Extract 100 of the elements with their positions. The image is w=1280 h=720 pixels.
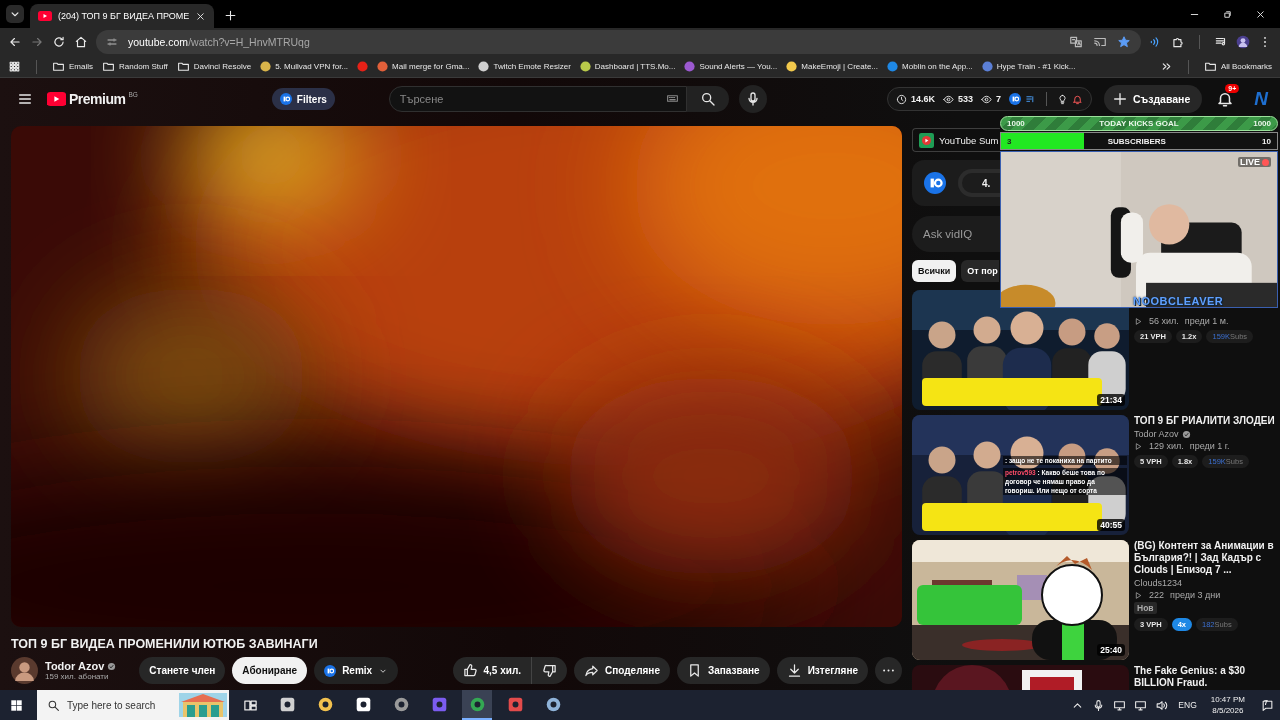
folder-icon <box>52 60 65 73</box>
like-button[interactable]: 4,5 хил. <box>452 657 533 684</box>
media-icon[interactable] <box>1214 35 1228 49</box>
site-icon <box>981 61 993 72</box>
create-button[interactable]: Създаване <box>1103 85 1203 113</box>
bookmark[interactable]: MakeEmoji | Create... <box>786 61 879 72</box>
bookmark[interactable]: Sound Alerts — You... <box>684 61 778 72</box>
keyboard-icon[interactable] <box>665 92 679 105</box>
notifications-icon[interactable] <box>1216 90 1235 108</box>
stat-value: 7 <box>995 94 1001 104</box>
filters-button[interactable]: Filters <box>271 88 335 110</box>
duration-badge: 40:55 <box>1097 519 1125 531</box>
browser-tab[interactable]: (204) ТОП 9 БГ ВИДЕА ПРОМЕ <box>30 4 215 28</box>
eye-icon <box>942 93 954 105</box>
summary-title: YouTube Sum <box>939 134 999 146</box>
translate-icon[interactable] <box>1069 35 1083 49</box>
url-text: youtube.com/watch?v=H_HnvMTRUqg <box>128 36 310 48</box>
address-bar[interactable]: youtube.com/watch?v=H_HnvMTRUqg <box>96 30 1141 54</box>
task-view-icon[interactable] <box>243 697 258 713</box>
search-icon <box>699 91 716 107</box>
restore-icon[interactable] <box>1222 8 1233 20</box>
bulb-icon[interactable] <box>1056 93 1068 105</box>
share-button[interactable]: Споделяне <box>574 657 670 684</box>
bookmark[interactable]: Emails <box>52 60 93 73</box>
clock-time[interactable]: 10:47 PM <box>1210 694 1245 705</box>
tab-search-icon[interactable] <box>6 5 24 23</box>
language-indicator[interactable]: ENG <box>1178 700 1197 710</box>
live-badge: LIVE <box>1238 157 1271 167</box>
bookmark[interactable]: 5. Mullvad VPN for... <box>260 61 349 72</box>
youtube-logo-icon <box>47 92 66 106</box>
notification-center-icon[interactable] <box>1261 698 1274 712</box>
subscriber-target: 10 <box>1262 136 1271 146</box>
bookmark[interactable] <box>357 61 369 72</box>
more-button[interactable] <box>875 657 902 684</box>
youtube-icon <box>38 11 52 21</box>
stat-value: 533 <box>957 94 973 104</box>
site-icon <box>260 61 272 72</box>
channel-name[interactable]: Todor Azov <box>45 660 105 672</box>
account-avatar[interactable]: N <box>1254 88 1268 110</box>
folder-icon <box>176 60 190 73</box>
clock-date[interactable]: 8/5/2026 <box>1212 705 1244 716</box>
download-button[interactable]: Изтегляне <box>776 657 868 684</box>
bookmark[interactable]: Moblin on the App... <box>887 61 973 72</box>
menu-icon[interactable] <box>17 91 33 107</box>
channel-name[interactable]: Clouds1234 <box>1134 578 1183 588</box>
filter-chip[interactable]: От пор <box>961 260 999 282</box>
list-icon[interactable] <box>1024 93 1036 105</box>
video-title[interactable]: The Fake Genius: a $30 BILLION Fraud. <box>1134 665 1275 689</box>
alert-icon[interactable] <box>1071 93 1083 105</box>
cast-icon[interactable] <box>1093 35 1107 49</box>
logo-text[interactable]: Premium <box>69 91 126 107</box>
channel-name[interactable]: Todor Azov <box>1134 429 1179 439</box>
reload-icon[interactable] <box>52 35 66 49</box>
views-icon <box>1134 590 1143 600</box>
video-title[interactable]: ТОП 9 БГ РИАЛИТИ ЗЛОДЕИ <box>1134 415 1275 427</box>
subscriber-current: 3 <box>1007 136 1012 146</box>
upload-age: преди 1 м. <box>1184 316 1229 326</box>
search-field[interactable]: Търсене <box>388 86 687 112</box>
taskbar-app[interactable] <box>462 690 492 720</box>
channel-avatar <box>11 657 38 684</box>
close-icon[interactable] <box>195 10 207 22</box>
goal-title: TODAY KICKS GOAL <box>1099 119 1179 128</box>
bookmark[interactable]: Hype Train - #1 Kick... <box>981 61 1076 72</box>
filter-chip[interactable]: Всички <box>912 260 957 282</box>
bookmark[interactable]: Random Stuff <box>102 60 168 73</box>
extensions-icon[interactable] <box>1171 35 1185 49</box>
app-icon <box>506 695 524 713</box>
bookmark-star-icon[interactable] <box>1117 35 1131 49</box>
volume-icon[interactable] <box>1155 698 1169 712</box>
remix-button[interactable]: Remix <box>314 657 399 684</box>
bookmark[interactable]: Davinci Resolve <box>176 60 252 73</box>
home-icon[interactable] <box>74 35 88 49</box>
back-icon[interactable] <box>8 35 22 49</box>
vidiq-icon <box>279 93 292 105</box>
apps-icon[interactable] <box>8 60 21 73</box>
voice-search-button[interactable] <box>738 85 767 113</box>
bookmark[interactable]: Twitch Emote Resizer <box>478 61 571 72</box>
new-tab-icon[interactable] <box>224 9 238 22</box>
summary-icon <box>919 132 934 148</box>
new-tag: Нов <box>1134 602 1157 614</box>
search-button[interactable] <box>686 86 729 112</box>
close-icon[interactable] <box>1255 8 1266 20</box>
bookmark-button[interactable]: Запазване <box>676 657 770 684</box>
site-icon <box>357 61 369 72</box>
display-icon[interactable] <box>1113 698 1127 712</box>
join-button[interactable]: Станете член <box>139 657 226 684</box>
subscribe-button[interactable]: Абониране <box>232 657 308 684</box>
dislike-button[interactable] <box>532 657 568 684</box>
score-value: 4. <box>982 177 991 189</box>
ask-field[interactable]: Ask vidIQ <box>912 216 1000 252</box>
video-title[interactable]: (BG) Контент за Анимации в България?! | Зад Кадър с Clouds | Епизод 7 ... <box>1134 540 1275 576</box>
upload-age: преди 1 г. <box>1189 441 1230 451</box>
bookmark[interactable]: Mail merge for Gma... <box>377 61 470 72</box>
summary-card[interactable]: YouTube Sum <box>912 128 1000 152</box>
bookmark[interactable]: Dashboard | TTS.Mo... <box>579 61 676 72</box>
network-icon[interactable] <box>1134 698 1148 712</box>
view-count: 129 хил. <box>1149 441 1184 451</box>
all-bookmarks[interactable]: All Bookmarks <box>1203 60 1272 73</box>
folder-icon <box>1203 60 1217 73</box>
forward-icon[interactable] <box>30 35 44 49</box>
